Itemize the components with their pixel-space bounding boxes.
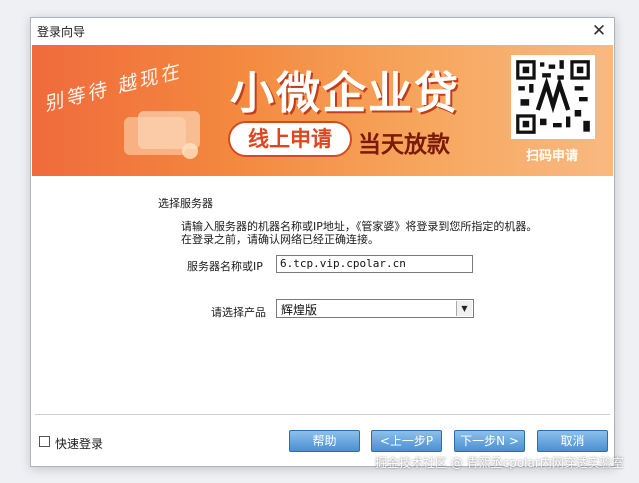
footer-divider — [35, 414, 610, 415]
quick-login-checkbox[interactable] — [39, 436, 50, 447]
server-name-label: 服务器名称或IP — [187, 260, 263, 273]
scan-to-apply-label: 扫码申请 — [525, 149, 578, 164]
cancel-button[interactable]: 取消 — [537, 430, 608, 452]
close-icon[interactable]: ✕ — [586, 19, 612, 43]
loan-ad-banner[interactable]: 别等待 越现在 小微企业贷 线上申请 当天放款 扫码申请 — [32, 45, 613, 176]
login-wizard-dialog: 登录向导 ✕ 别等待 越现在 小微企业贷 线上申请 当天放款 扫码申请 选择服务… — [30, 17, 615, 467]
gift-card-icon — [124, 111, 200, 159]
description-line-2: 在登录之前，请确认网络已经正确连接。 — [181, 233, 379, 246]
title-bar: 登录向导 ✕ — [31, 18, 614, 45]
product-label: 请选择产品 — [211, 306, 266, 319]
qr-code-icon — [511, 55, 595, 139]
help-button[interactable]: 帮助 — [289, 430, 360, 452]
product-selected-value: 辉煌版 — [281, 303, 318, 317]
same-day-label: 当天放款 — [358, 132, 450, 158]
section-title: 选择服务器 — [158, 197, 213, 210]
apply-online-badge: 线上申请 — [228, 121, 352, 157]
quick-login-label: 快速登录 — [55, 437, 104, 451]
source-watermark: 掘金技术社区 @ 青熙丞cpolar内网穿透实验室 — [375, 456, 624, 470]
next-step-button[interactable]: 下一步N > — [454, 430, 525, 452]
apply-online-label: 线上申请 — [248, 127, 332, 151]
server-name-input[interactable]: 6.tcp.vip.cpolar.cn — [276, 255, 473, 273]
window-title: 登录向导 — [37, 25, 86, 39]
banner-main-title: 小微企业贷 — [230, 68, 460, 119]
product-select[interactable]: 辉煌版 ▼ — [276, 299, 474, 318]
previous-step-button[interactable]: <上一步P — [371, 430, 442, 452]
chevron-down-icon[interactable]: ▼ — [456, 301, 472, 316]
